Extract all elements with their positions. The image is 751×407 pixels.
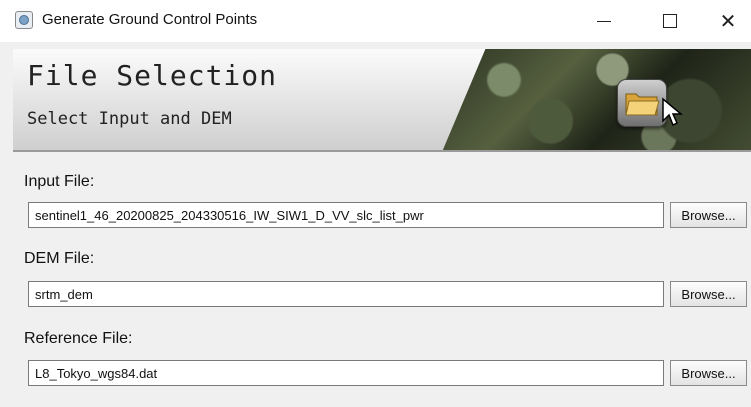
input-file-label: Input File:	[24, 173, 95, 190]
close-button[interactable]: ✕	[705, 0, 751, 42]
app-icon	[15, 11, 33, 29]
close-icon: ✕	[719, 9, 737, 33]
header-subtitle: Select Input and DEM	[27, 109, 232, 129]
reference-file-field[interactable]: L8_Tokyo_wgs84.dat	[28, 360, 664, 386]
folder-icon	[617, 79, 667, 127]
satellite-image	[442, 49, 751, 150]
input-file-browse-button[interactable]: Browse...	[670, 202, 747, 228]
dem-file-field[interactable]: srtm_dem	[28, 281, 664, 307]
reference-file-browse-button[interactable]: Browse...	[670, 360, 747, 386]
dem-file-browse-button[interactable]: Browse...	[670, 281, 747, 307]
title-bar: Generate Ground Control Points ✕	[0, 0, 751, 42]
minimize-icon	[597, 20, 611, 22]
maximize-icon	[663, 14, 677, 28]
maximize-button[interactable]	[647, 0, 693, 42]
wizard-header: File Selection Select Input and DEM	[13, 49, 751, 152]
window-title: Generate Ground Control Points	[42, 11, 258, 28]
minimize-button[interactable]	[581, 0, 627, 42]
reference-file-label: Reference File:	[24, 330, 133, 347]
input-file-field[interactable]: sentinel1_46_20200825_204330516_IW_SIW1_…	[28, 202, 664, 228]
dem-file-label: DEM File:	[24, 250, 95, 267]
header-title: File Selection	[27, 59, 278, 92]
cursor-icon	[662, 97, 683, 127]
